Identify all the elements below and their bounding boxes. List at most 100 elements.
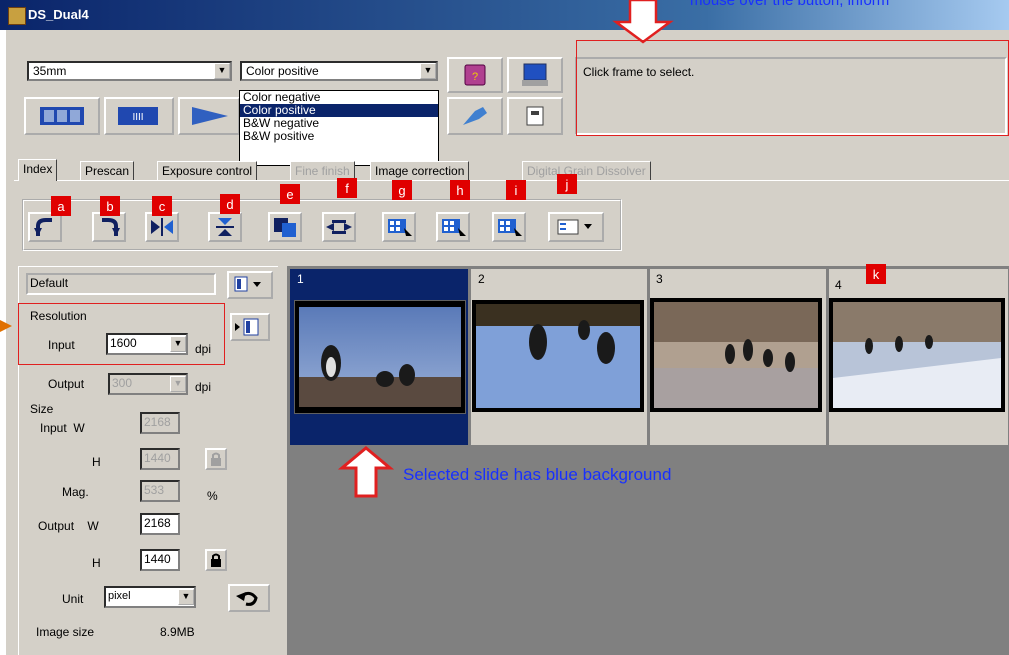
film-type-select[interactable]: 35mm ▼ (27, 61, 232, 81)
frame-number: 3 (656, 272, 663, 286)
output-width-label: Output W (38, 519, 99, 533)
flip-vertical-icon (216, 218, 234, 236)
window-title: DS_Dual4 (28, 7, 89, 22)
help-book-button[interactable]: ? (447, 57, 503, 93)
callout-label-d: d (220, 194, 240, 214)
rotate-right-icon (102, 218, 120, 236)
film-type-value: 35mm (33, 64, 67, 78)
frame-thumbnail (472, 300, 644, 412)
input-width-label: Input W (40, 421, 85, 435)
output-width-field[interactable]: 2168 (140, 513, 180, 535)
undo-arrow-icon (236, 591, 258, 606)
panel-arrow-icon (235, 318, 259, 336)
callout-label-b: b (100, 196, 120, 216)
compare-button[interactable] (268, 212, 302, 242)
info-callout-box (576, 40, 1009, 136)
scan-batch-button[interactable] (24, 97, 100, 135)
penguin-photo-image (299, 307, 461, 407)
flip-vertical-button[interactable] (208, 212, 242, 242)
callout-label-g: g (392, 180, 412, 200)
index-icon: IIII (118, 107, 158, 125)
preferences-button[interactable] (507, 57, 563, 93)
frame-number: 1 (297, 272, 304, 286)
input-lock-button[interactable] (205, 448, 227, 470)
list-dropdown-icon (557, 219, 592, 235)
output-dpi-select[interactable]: 300 ▼ (108, 373, 188, 395)
eject-button[interactable] (178, 97, 240, 135)
callout-label-i: i (506, 180, 526, 200)
index-scan-button[interactable]: IIII (104, 97, 174, 135)
chevron-down-icon[interactable]: ▼ (178, 589, 194, 605)
output-lock-button[interactable] (205, 549, 227, 571)
grid-cursor-icon (442, 219, 466, 236)
frame-thumbnail (829, 298, 1005, 412)
overlap-squares-icon (274, 218, 296, 237)
penguin-photo-image (476, 304, 640, 408)
monitor-icon (522, 63, 548, 86)
resolution-heading: Resolution (30, 309, 87, 323)
up-arrow-icon (338, 446, 394, 498)
image-size-label: Image size (36, 625, 95, 639)
file-icon (526, 106, 544, 126)
flip-horizontal-button[interactable] (145, 212, 179, 242)
apply-settings-button[interactable] (230, 313, 270, 341)
input-dpi-unit: dpi (195, 342, 212, 356)
output-height-label: H (92, 556, 101, 570)
preset-value: Default (30, 276, 69, 290)
grid-view-button[interactable] (382, 212, 416, 242)
play-arrow-icon (192, 107, 228, 125)
chevron-down-icon[interactable]: ▼ (214, 63, 230, 79)
select-frames-button[interactable] (436, 212, 470, 242)
chevron-down-icon[interactable]: ▼ (170, 336, 186, 352)
percent-unit: % (207, 489, 218, 503)
lock-icon (211, 452, 221, 466)
output-height-field[interactable]: 1440 (140, 549, 180, 571)
rotate-left-button[interactable] (28, 212, 62, 242)
reset-button[interactable] (228, 584, 270, 612)
book-icon: ? (464, 64, 486, 86)
tab-prescan[interactable]: Prescan (80, 161, 135, 180)
flip-horizontal-icon (151, 218, 173, 236)
output-resolution-label: Output (48, 377, 85, 391)
lock-icon (211, 553, 221, 567)
callout-label-c: c (152, 196, 172, 216)
select-all-button[interactable] (492, 212, 526, 242)
input-dpi-value: 1600 (110, 336, 137, 350)
chevron-down-icon[interactable]: ▼ (170, 376, 186, 392)
svg-text:?: ? (472, 71, 478, 83)
film-mode-value: Color positive (246, 64, 319, 78)
film-mode-dropdown-list: Color negative Color positive B&W negati… (239, 90, 439, 166)
tab-exposure-control[interactable]: Exposure control (157, 161, 258, 180)
rotate-left-icon (34, 218, 52, 236)
settings-button[interactable] (507, 97, 563, 135)
frame-thumbnail (294, 300, 466, 414)
view-options-button[interactable] (548, 212, 604, 242)
tab-digital-grain-dissolver[interactable]: Digital Grain Dissolver (522, 161, 651, 180)
snow-landscape-image (833, 302, 1001, 408)
penguin-colony-image (654, 302, 818, 408)
magnification-label: Mag. (62, 485, 89, 499)
swap-button[interactable] (322, 212, 356, 242)
film-mode-option[interactable]: B&W positive (240, 130, 438, 143)
grid-cursor-icon (498, 219, 522, 236)
tab-image-correction[interactable]: Image correction (370, 161, 470, 180)
scan-button[interactable] (447, 97, 503, 135)
input-dpi-select[interactable]: 1600 ▼ (106, 333, 188, 355)
brush-icon (463, 107, 487, 125)
preset-menu-button[interactable] (227, 271, 273, 299)
rotate-right-button[interactable] (92, 212, 126, 242)
output-dpi-unit: dpi (195, 380, 212, 394)
film-mode-select[interactable]: Color positive ▼ (240, 61, 438, 81)
frame-thumbnail (650, 298, 822, 412)
chevron-down-icon[interactable]: ▼ (420, 63, 436, 79)
unit-value: pixel (108, 590, 131, 602)
swap-arrows-icon (326, 220, 352, 234)
frame-number: 4 (835, 278, 842, 292)
tab-index[interactable]: Index (18, 159, 58, 181)
preset-field[interactable]: Default (26, 273, 216, 295)
svg-text:IIII: IIII (132, 112, 143, 123)
unit-select[interactable]: pixel ▼ (104, 586, 196, 608)
callout-label-e: e (280, 184, 300, 204)
frame-number: 2 (478, 272, 485, 286)
callout-label-a: a (51, 196, 71, 216)
